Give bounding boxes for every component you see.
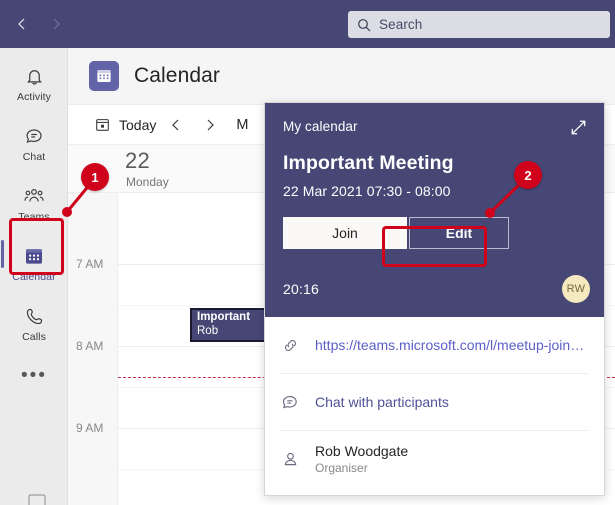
edit-button[interactable]: Edit bbox=[409, 217, 509, 249]
sidebar-label-teams: Teams bbox=[18, 211, 50, 223]
meeting-details-popup: My calendar Important Meeting 22 Mar 202… bbox=[264, 102, 605, 496]
next-period-button[interactable] bbox=[196, 111, 224, 139]
join-button[interactable]: Join bbox=[283, 217, 407, 249]
active-indicator bbox=[1, 240, 4, 268]
organiser-name: Rob Woodgate bbox=[315, 443, 409, 459]
sidebar-store-icon[interactable] bbox=[26, 493, 48, 505]
sidebar-label-chat: Chat bbox=[22, 151, 46, 163]
app-rail: Activity Chat Teams Calendar Calls ••• bbox=[0, 48, 68, 505]
time-gutter bbox=[68, 145, 118, 505]
day-name: Monday bbox=[126, 175, 169, 189]
sidebar-item-calls[interactable]: Calls bbox=[6, 296, 62, 350]
meeting-calendar-name: My calendar bbox=[283, 119, 358, 134]
sidebar-item-chat[interactable]: Chat bbox=[6, 116, 62, 170]
current-month-label: M bbox=[236, 116, 249, 133]
current-clock: 20:16 bbox=[283, 281, 320, 297]
avatar: RW bbox=[562, 275, 590, 303]
chat-with-participants-row[interactable]: Chat with participants bbox=[281, 374, 588, 431]
search-icon bbox=[357, 18, 371, 32]
organiser-details: Rob Woodgate Organiser bbox=[315, 443, 408, 475]
bell-icon bbox=[24, 63, 45, 89]
people-icon bbox=[23, 183, 45, 209]
sidebar-label-activity: Activity bbox=[16, 91, 52, 103]
hour-label: 8 AM bbox=[76, 339, 104, 353]
forward-arrow-icon[interactable] bbox=[42, 10, 70, 38]
meeting-action-buttons: Join Edit bbox=[283, 217, 586, 249]
today-label: Today bbox=[119, 116, 157, 133]
title-bar: Search bbox=[0, 0, 615, 48]
today-button[interactable]: Today bbox=[95, 117, 156, 133]
sidebar-more-button[interactable]: ••• bbox=[6, 358, 62, 392]
sidebar-label-calendar: Calendar bbox=[12, 271, 56, 283]
calendar-event-text: Important Rob bbox=[192, 311, 271, 339]
expand-diagonal-icon[interactable] bbox=[566, 115, 590, 139]
page-title: Calendar bbox=[134, 64, 221, 87]
navigation-arrows bbox=[8, 10, 70, 38]
meeting-popup-header: My calendar Important Meeting 22 Mar 202… bbox=[265, 103, 604, 317]
organiser-role: Organiser bbox=[315, 461, 368, 475]
calendar-badge-icon bbox=[89, 61, 119, 91]
page-header: Calendar bbox=[68, 48, 615, 105]
hour-label: 9 AM bbox=[76, 421, 104, 435]
sidebar-item-activity[interactable]: Activity bbox=[6, 56, 62, 110]
meeting-popup-body: https://teams.microsoft.com/l/meetup-joi… bbox=[265, 317, 604, 487]
meeting-title: Important Meeting bbox=[283, 152, 454, 174]
calendar-event-title: Important bbox=[197, 311, 251, 324]
sidebar-label-calls: Calls bbox=[22, 331, 46, 343]
sidebar-more-label: ••• bbox=[21, 364, 47, 386]
sidebar-item-teams[interactable]: Teams bbox=[6, 176, 62, 230]
day-number: 22 bbox=[125, 148, 151, 173]
prev-period-button[interactable] bbox=[162, 111, 190, 139]
link-icon bbox=[281, 336, 315, 355]
meeting-popup-footer: 20:16 RW bbox=[283, 275, 590, 303]
phone-icon bbox=[24, 303, 45, 329]
calendar-event-organiser: Rob bbox=[197, 325, 219, 337]
sidebar-item-calendar[interactable]: Calendar bbox=[6, 236, 62, 290]
search-input[interactable]: Search bbox=[348, 11, 610, 38]
back-arrow-icon[interactable] bbox=[8, 10, 36, 38]
calendar-icon bbox=[23, 243, 45, 269]
chat-bubble-icon bbox=[281, 393, 315, 412]
search-placeholder-text: Search bbox=[379, 17, 423, 32]
today-calendar-icon bbox=[95, 117, 110, 132]
organiser-row: Rob Woodgate Organiser bbox=[281, 431, 588, 487]
hour-label: 7 AM bbox=[76, 257, 104, 271]
meeting-join-link-row[interactable]: https://teams.microsoft.com/l/meetup-joi… bbox=[281, 317, 588, 374]
chat-bubble-icon bbox=[24, 123, 45, 149]
teams-app-window: Search Activity Chat Teams Calendar Call… bbox=[0, 0, 615, 505]
meeting-datetime: 22 Mar 2021 07:30 - 08:00 bbox=[283, 183, 451, 199]
person-icon bbox=[281, 450, 315, 469]
meeting-join-url[interactable]: https://teams.microsoft.com/l/meetup-joi… bbox=[315, 337, 584, 353]
chat-with-participants-label[interactable]: Chat with participants bbox=[315, 394, 449, 410]
